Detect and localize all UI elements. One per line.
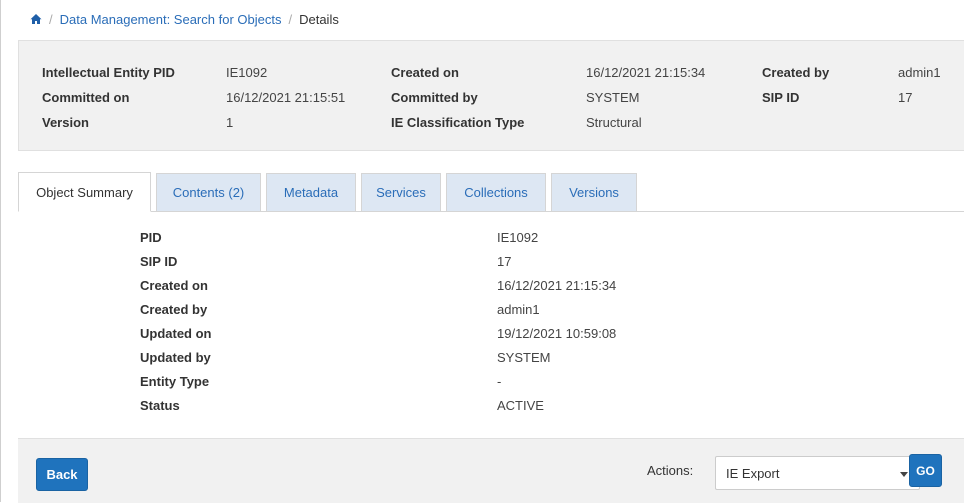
created-on-value: 16/12/2021 21:15:34 bbox=[586, 65, 706, 80]
summary-value: ACTIVE bbox=[497, 398, 544, 413]
ie-classification-label: IE Classification Type bbox=[391, 115, 525, 130]
version-label: Version bbox=[42, 115, 89, 130]
sip-id-label: SIP ID bbox=[762, 90, 800, 105]
version-value: 1 bbox=[226, 115, 234, 130]
back-button[interactable]: Back bbox=[36, 458, 88, 491]
actions-select[interactable]: IE Export bbox=[715, 456, 920, 490]
created-by-label: Created by bbox=[762, 65, 830, 80]
summary-value: SYSTEM bbox=[497, 350, 551, 365]
summary-label: Updated on bbox=[140, 326, 212, 341]
tab-collections[interactable]: Collections bbox=[446, 173, 546, 211]
created-by-value: admin1 bbox=[898, 65, 941, 80]
summary-label: Updated by bbox=[140, 350, 211, 365]
breadcrumb-current: Details bbox=[299, 11, 339, 27]
sip-id-value: 17 bbox=[898, 90, 913, 105]
breadcrumb-separator: / bbox=[288, 11, 293, 27]
footer-action-bar: Back Actions: IE Export GO bbox=[18, 438, 964, 503]
go-button[interactable]: GO bbox=[909, 454, 942, 487]
summary-label: Status bbox=[140, 398, 180, 413]
created-on-label: Created on bbox=[391, 65, 459, 80]
actions-label: Actions: bbox=[647, 463, 694, 478]
summary-value: 16/12/2021 21:15:34 bbox=[497, 278, 617, 293]
tab-contents[interactable]: Contents (2) bbox=[156, 173, 261, 211]
summary-value: admin1 bbox=[497, 302, 540, 317]
home-icon[interactable] bbox=[30, 13, 42, 25]
breadcrumb-separator: / bbox=[49, 11, 53, 27]
summary-label: Created on bbox=[140, 278, 208, 293]
entity-header-panel: Intellectual Entity PID IE1092 Committed… bbox=[18, 40, 964, 151]
summary-value: 17 bbox=[497, 254, 512, 269]
committed-on-label: Committed on bbox=[42, 90, 130, 105]
tab-metadata[interactable]: Metadata bbox=[266, 173, 356, 211]
summary-label: SIP ID bbox=[140, 254, 178, 269]
summary-value: IE1092 bbox=[497, 230, 539, 245]
committed-on-value: 16/12/2021 21:15:51 bbox=[226, 90, 346, 105]
actions-selected-value: IE Export bbox=[726, 465, 780, 481]
summary-label: PID bbox=[140, 230, 162, 245]
tabs-baseline bbox=[18, 211, 964, 212]
ie-pid-label: Intellectual Entity PID bbox=[42, 65, 175, 80]
committed-by-value: SYSTEM bbox=[586, 90, 640, 105]
ie-classification-value: Structural bbox=[586, 115, 642, 130]
summary-label: Entity Type bbox=[140, 374, 210, 389]
caret-down-icon bbox=[900, 472, 908, 477]
committed-by-label: Committed by bbox=[391, 90, 478, 105]
page-left-border bbox=[0, 0, 1, 502]
summary-value: 19/12/2021 10:59:08 bbox=[497, 326, 617, 341]
summary-label: Created by bbox=[140, 302, 208, 317]
tab-versions[interactable]: Versions bbox=[551, 173, 637, 211]
summary-value: - bbox=[497, 374, 502, 389]
detail-tabs: Object Summary Contents (2) Metadata Ser… bbox=[18, 172, 964, 212]
tab-services[interactable]: Services bbox=[361, 173, 441, 211]
ie-pid-value: IE1092 bbox=[226, 65, 268, 80]
tab-object-summary[interactable]: Object Summary bbox=[18, 172, 151, 212]
breadcrumb: / Data Management: Search for Objects / … bbox=[30, 10, 339, 28]
breadcrumb-link-search[interactable]: Data Management: Search for Objects bbox=[60, 12, 282, 27]
